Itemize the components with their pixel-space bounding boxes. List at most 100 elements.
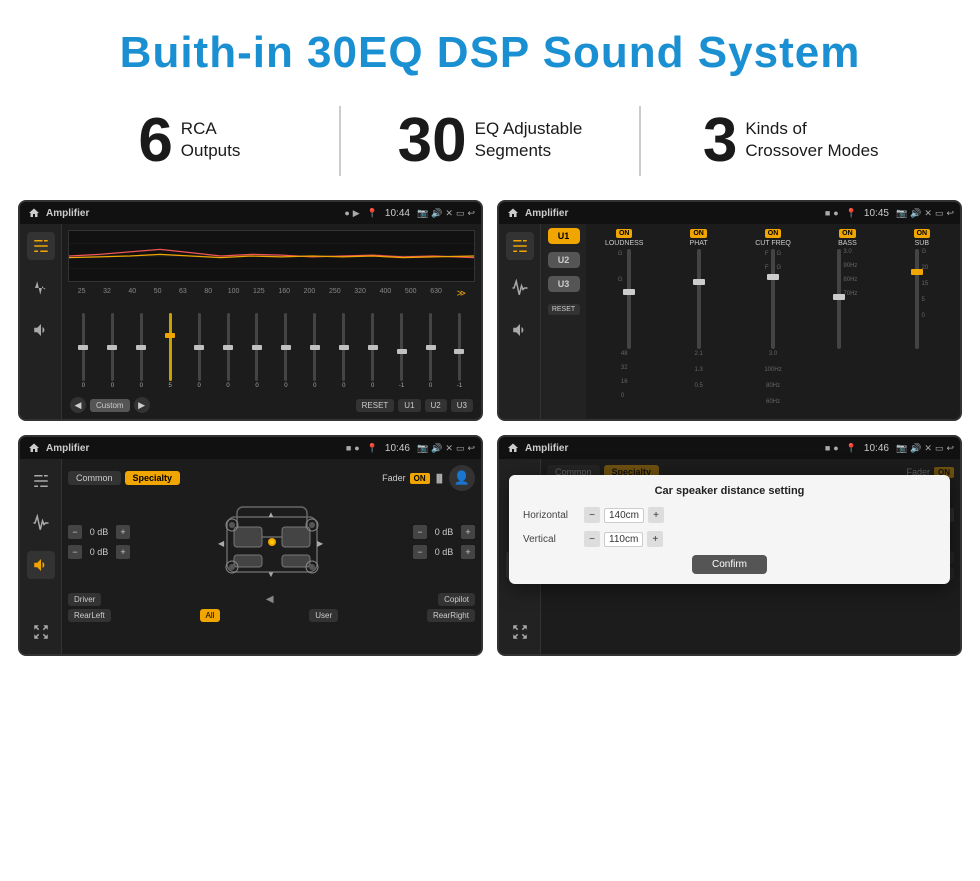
vertical-plus[interactable]: + [647,531,663,547]
svg-text:▼: ▼ [267,570,275,579]
right-top-minus[interactable]: − [413,525,427,539]
eq-slider-2[interactable]: 0 [99,313,126,393]
user-button[interactable]: User [309,609,338,622]
rearleft-button[interactable]: RearLeft [68,609,111,622]
left-bottom-plus[interactable]: + [116,545,130,559]
screen4-title: Amplifier [525,443,821,454]
screen2-reset-button[interactable]: RESET [548,304,580,315]
sub-slider[interactable]: ON SUB G201550 [888,229,956,349]
screen1-title: Amplifier [46,208,340,219]
cutfreq-on-badge: ON [765,229,782,238]
rearright-button[interactable]: RearRight [427,609,475,622]
right-bottom-minus[interactable]: − [413,545,427,559]
eq-u3-button[interactable]: U3 [451,399,473,412]
sidebar-speaker-icon[interactable] [27,316,55,344]
sidebar-wave-icon[interactable] [27,274,55,302]
screen2-right-icons: 📷🔊✕▭↩ [896,208,954,219]
screen4-home-icon[interactable] [505,440,521,456]
screen2-speaker-icon[interactable] [506,316,534,344]
stat-text-crossover: Kinds ofCrossover Modes [745,110,878,162]
vertical-stepper: − 110cm + [584,531,663,547]
eq-slider-1[interactable]: 0 [70,313,97,393]
screen3-home-icon[interactable] [26,440,42,456]
eq-slider-4[interactable]: 5 [157,313,184,393]
eq-slider-13[interactable]: 0 [417,313,444,393]
home-icon[interactable] [26,205,42,221]
horizontal-stepper: − 140cm + [584,507,664,523]
left-top-minus[interactable]: − [68,525,82,539]
eq-slider-6[interactable]: 0 [215,313,242,393]
eq-reset-button[interactable]: RESET [356,399,395,412]
left-top-plus[interactable]: + [116,525,130,539]
eq-slider-3[interactable]: 0 [128,313,155,393]
screen-4: Amplifier ■● 📍 10:46 📷🔊✕▭↩ [497,435,962,656]
screen1-status-bar: Amplifier ●▶ 📍 10:44 📷🔊✕▭↩ [20,202,481,224]
screen4-expand-icon[interactable] [506,618,534,646]
phat-slider[interactable]: ON PHAT 2.11.30.5 [664,229,732,389]
bass-slider[interactable]: ON BASS 3.090Hz80Hz70Hz [813,229,881,349]
loudness-slider[interactable]: ON LOUDNESS GG 4832160 [590,229,658,399]
loudness-on-badge: ON [616,229,633,238]
confirm-button[interactable]: Confirm [692,555,767,574]
screen3-expand-icon[interactable] [27,618,55,646]
right-top-plus[interactable]: + [461,525,475,539]
car-arrow-left: ◀ [104,593,435,606]
page-title: Buith-in 30EQ DSP Sound System [20,28,960,78]
driver-button[interactable]: Driver [68,593,101,606]
eq-slider-11[interactable]: 0 [359,313,386,393]
horizontal-plus[interactable]: + [648,507,664,523]
eq-slider-10[interactable]: 0 [330,313,357,393]
copilot-button[interactable]: Copilot [438,593,475,606]
stat-number-eq: 30 [398,110,467,172]
eq-slider-7[interactable]: 0 [244,313,271,393]
u1-button[interactable]: U1 [548,228,580,244]
horizontal-row: Horizontal − 140cm + [523,507,936,523]
vertical-minus[interactable]: − [584,531,600,547]
screen2-eq-icon[interactable] [506,232,534,260]
stat-text-eq: EQ AdjustableSegments [475,110,583,162]
tab-common[interactable]: Common [68,471,121,485]
screen1-content: 25 32 40 50 63 80 100 125 160 200 250 32… [20,224,481,419]
eq-slider-5[interactable]: 0 [186,313,213,393]
eq-slider-8[interactable]: 0 [272,313,299,393]
eq-u2-button[interactable]: U2 [425,399,447,412]
left-bottom-value: 0 dB [85,547,113,557]
user-icon[interactable]: 👤 [449,465,475,491]
eq-next-button[interactable]: ▶ [134,397,150,413]
eq-slider-9[interactable]: 0 [301,313,328,393]
screen3-icons: ■● [346,443,360,453]
eq-prev-button[interactable]: ◀ [70,397,86,413]
eq-slider-12[interactable]: -1 [388,313,415,393]
left-top-db: − 0 dB + [68,525,130,539]
left-bottom-minus[interactable]: − [68,545,82,559]
screen2-wave-icon[interactable] [506,274,534,302]
screen4-content: Common Specialty Fader ON − 0 dB + [499,459,960,654]
screen3-wave-icon[interactable] [27,509,55,537]
bass-label: BASS [838,240,857,247]
fader-on-badge: ON [410,473,430,484]
screen3-speaker-icon[interactable] [27,551,55,579]
cutfreq-slider[interactable]: ON CUT FREQ FF GG [739,229,807,405]
eq-custom-button[interactable]: Custom [90,399,130,412]
screen3-controls: − 0 dB + − 0 dB + [68,497,475,587]
screen2-home-icon[interactable] [505,205,521,221]
left-bottom-db: − 0 dB + [68,545,130,559]
svg-text:▲: ▲ [267,510,275,519]
eq-u1-button[interactable]: U1 [398,399,420,412]
screen3-eq-icon[interactable] [27,467,55,495]
screen3-last-row: RearLeft All User RearRight [68,609,475,622]
all-button[interactable]: All [200,609,221,622]
u3-button[interactable]: U3 [548,276,580,292]
dialog-title: Car speaker distance setting [523,485,936,497]
sidebar-eq-icon[interactable] [27,232,55,260]
tab-specialty[interactable]: Specialty [125,471,181,485]
eq-slider-14[interactable]: -1 [446,313,473,393]
screen1-status-icons: ●▶ [344,208,359,219]
right-bottom-db: − 0 dB + [413,545,475,559]
horizontal-minus[interactable]: − [584,507,600,523]
screen3-title: Amplifier [46,443,342,454]
right-bottom-plus[interactable]: + [461,545,475,559]
u2-button[interactable]: U2 [548,252,580,268]
screenshots-grid: Amplifier ●▶ 📍 10:44 📷🔊✕▭↩ [0,200,980,676]
stat-rca: 6 RCAOutputs [60,110,319,172]
